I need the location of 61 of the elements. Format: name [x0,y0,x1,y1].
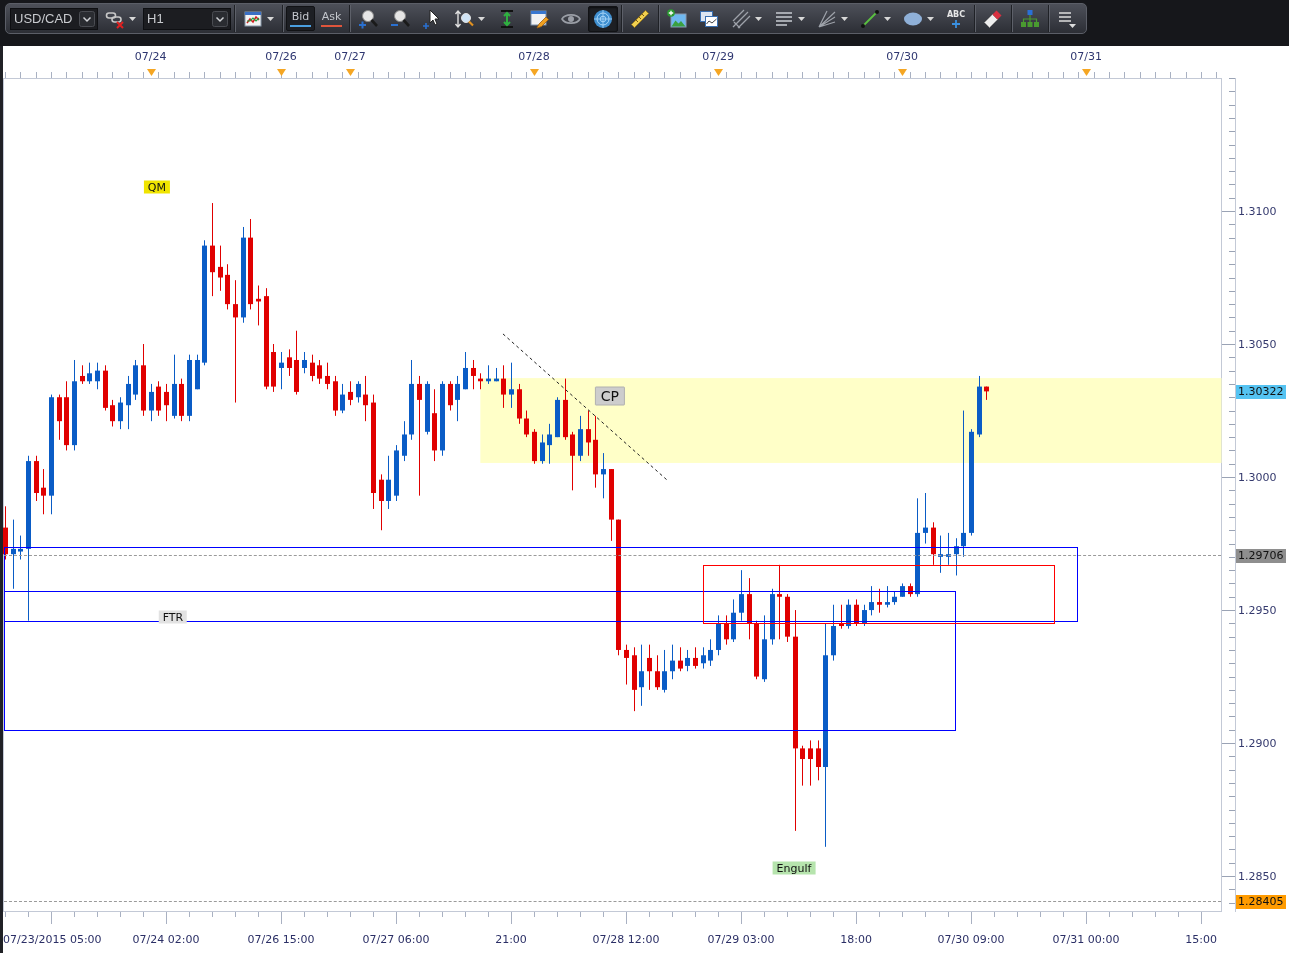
quote-toggle[interactable]: Ask [317,6,346,31]
time-axis-label: 07/28 12:00 [592,933,660,946]
price-axis-label: 1.2950 [1238,603,1277,617]
cursor-icon [422,8,442,29]
quote-toggle[interactable]: Bid [286,6,315,31]
time-axis-label: 21:00 [495,933,527,946]
date-label: 07/27 [334,50,366,63]
triangle-marker-icon [714,69,724,76]
date-label: 07/29 [702,50,734,63]
time-axis-label: 15:00 [1185,933,1217,946]
text-button[interactable]: ABC [941,5,971,32]
add-image-icon [667,8,687,29]
price-tag: 1.30322 [1236,384,1286,399]
price-tag: 1.28405 [1236,894,1286,909]
date-label: 07/28 [518,50,550,63]
date-label: 07/30 [886,50,918,63]
triangle-marker-icon [346,69,355,76]
triangle-marker-icon [898,69,908,76]
fan-lines-icon [817,8,837,29]
time-axis-label: 07/24 02:00 [132,933,200,946]
annotation-label: Engulf [772,861,816,875]
line-segment-icon [860,8,880,29]
window-pencil-icon [529,8,549,29]
annotation-label: QM [143,180,170,194]
zoom-in-icon [358,8,378,29]
price-axis-label: 1.3000 [1238,470,1277,484]
globe-icon [593,8,613,29]
date-label: 07/26 [265,50,297,63]
stacked-windows-icon [699,8,719,29]
triangle-marker-icon [146,69,156,76]
price-tag: 1.29706 [1236,548,1286,563]
triangle-marker-icon [530,69,539,76]
annotation-label: FTR [158,610,188,624]
ruler-icon [630,8,650,29]
zoom-out-icon [390,8,410,29]
price-axis-label: 1.3100 [1238,204,1277,218]
time-axis-label: 07/31 00:00 [1052,933,1120,946]
date-label: 07/24 [134,50,167,63]
triangle-marker-icon [1082,69,1092,76]
time-axis-label: 07/27 06:00 [362,933,430,946]
price-axis-label: 1.2850 [1238,869,1277,883]
price-axis-label: 1.2900 [1238,736,1277,750]
date-label: 07/31 [1070,50,1102,63]
pitchfork-icon [731,8,751,29]
price-axis-label: 1.3050 [1238,337,1277,351]
eraser-icon [983,8,1003,29]
dropdown-field[interactable]: USD/CAD [10,7,98,30]
annotation-label: CP [594,386,626,406]
time-axis-label: 07/23/2015 05:00 [3,933,102,946]
dropdown-field[interactable]: H1 [143,7,231,30]
chevron-down-icon [212,10,228,27]
globe-button[interactable] [588,5,618,32]
time-axis-label: 07/30 09:00 [937,933,1005,946]
vertical-zoom-icon [454,8,474,29]
chart-window-icon [243,8,263,29]
time-axis-label: 07/26 15:00 [247,933,315,946]
time-axis-label: 18:00 [840,933,872,946]
triangle-marker-icon [277,69,286,76]
hierarchy-icon [1020,8,1040,29]
time-axis-label: 07/29 03:00 [707,933,775,946]
chevron-down-icon [79,10,95,27]
